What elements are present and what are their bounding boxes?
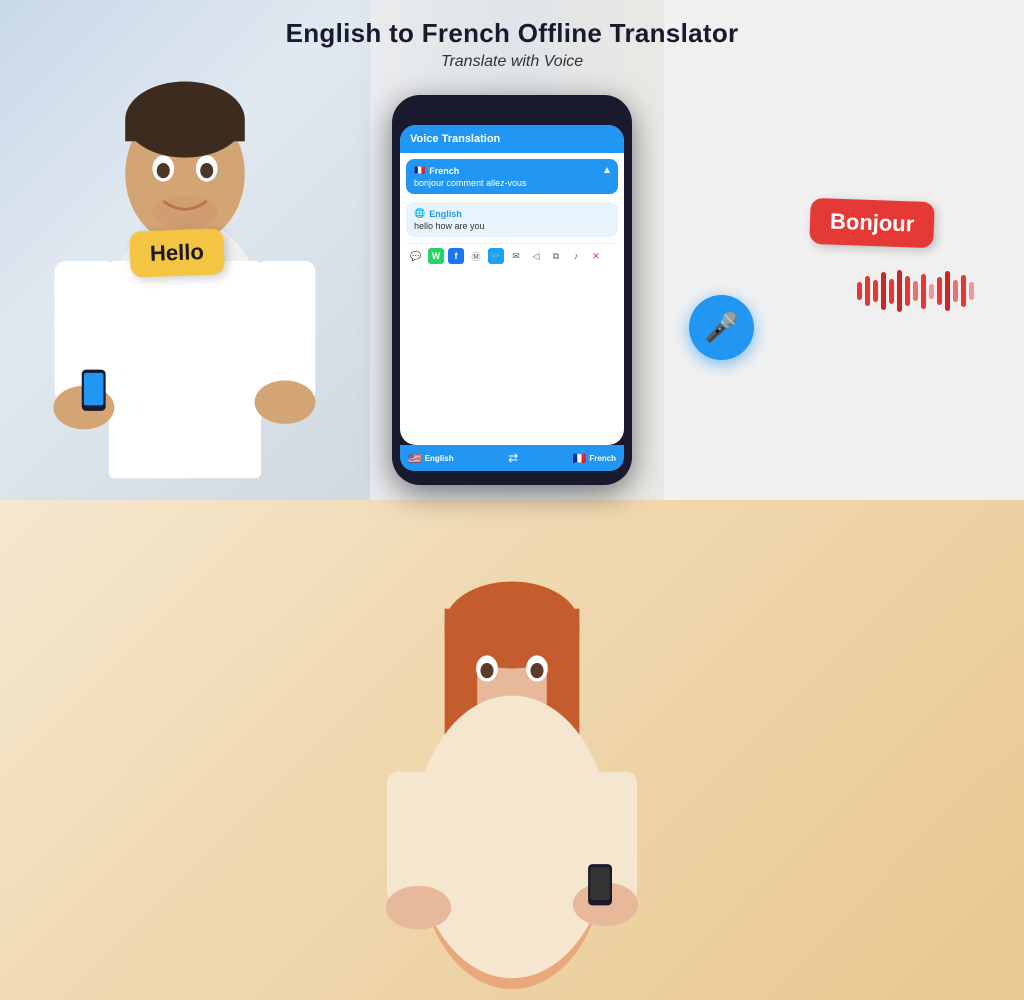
phone-mockup: Voice Translation ▲ 🇫🇷 French bonjour co… <box>392 95 632 485</box>
bottom-language-left[interactable]: 🇺🇸 English <box>408 452 454 465</box>
phone-notch <box>477 109 547 119</box>
fr-flag-icon: 🇫🇷 <box>573 452 587 465</box>
wave-bar-9 <box>921 274 926 309</box>
close-icon[interactable]: ✕ <box>588 248 604 264</box>
copy-icon[interactable]: ⧉ <box>548 248 564 264</box>
wave-bar-13 <box>953 280 958 302</box>
english-translation-box: 🌐 English hello how are you <box>406 202 618 237</box>
sound-waves <box>857 270 974 312</box>
chat-icon[interactable]: ✉ <box>508 248 524 264</box>
sms-icon[interactable]: 💬 <box>408 248 424 264</box>
bonjour-bubble: Bonjour <box>809 198 935 248</box>
wave-bar-11 <box>937 277 942 305</box>
french-translation-text: bonjour comment allez-vous <box>414 178 610 188</box>
french-translation-box: ▲ 🇫🇷 French bonjour comment allez-vous <box>406 159 618 194</box>
facebook-icon[interactable]: f <box>448 248 464 264</box>
person-right-illustration <box>0 500 1024 1000</box>
wave-bar-10 <box>929 284 934 299</box>
whatsapp-icon[interactable]: W <box>428 248 444 264</box>
hello-bubble: Hello <box>129 228 224 277</box>
wave-bar-5 <box>889 279 894 304</box>
header: English to French Offline Translator Tra… <box>0 0 1024 71</box>
mic-large-button[interactable]: 🎤 <box>689 295 754 360</box>
wave-bar-8 <box>913 281 918 301</box>
swap-languages-icon[interactable]: ⇄ <box>508 451 518 465</box>
mic-circle[interactable]: 🎤 <box>689 295 754 360</box>
wave-bar-14 <box>961 275 966 307</box>
phone-screen: Voice Translation ▲ 🇫🇷 French bonjour co… <box>400 125 624 445</box>
wave-bar-6 <box>897 270 902 312</box>
wave-bar-15 <box>969 282 974 300</box>
wave-bar-2 <box>865 276 870 306</box>
action-icons-row: 💬 W f Ⓜ 🐦 ✉ ◁ ⧉ ♪ ✕ <box>406 243 618 268</box>
wave-bar-12 <box>945 271 950 311</box>
wave-bar-1 <box>857 282 862 300</box>
page-subtitle: Translate with Voice <box>0 53 1024 71</box>
english-flag-icon: 🌐 <box>414 208 425 219</box>
french-flag-icon: 🇫🇷 <box>414 165 425 176</box>
wave-bar-3 <box>873 280 878 302</box>
phone-mic-area <box>406 274 618 334</box>
phone-bottom-bar: 🇺🇸 English ⇄ 🇫🇷 French <box>400 445 624 471</box>
share-icon[interactable]: ◁ <box>528 248 544 264</box>
phone-body: Voice Translation ▲ 🇫🇷 French bonjour co… <box>392 95 632 485</box>
wave-bar-4 <box>881 272 886 310</box>
app-screen-title: Voice Translation <box>410 133 500 145</box>
bottom-language-right[interactable]: 🇫🇷 French <box>573 452 616 465</box>
app-header: Voice Translation <box>400 125 624 153</box>
mic-icon: 🎤 <box>704 311 739 344</box>
page-title: English to French Offline Translator <box>0 18 1024 49</box>
twitter-icon[interactable]: 🐦 <box>488 248 504 264</box>
bg-right <box>0 500 1024 1000</box>
us-flag-icon: 🇺🇸 <box>408 452 422 465</box>
volume-icon[interactable]: ♪ <box>568 248 584 264</box>
french-lang-label: 🇫🇷 French <box>414 165 610 176</box>
english-lang-label: 🌐 English <box>414 208 610 219</box>
chevron-up-icon: ▲ <box>602 165 612 176</box>
english-translation-text: hello how are you <box>414 221 610 231</box>
messenger-icon[interactable]: Ⓜ <box>468 248 484 264</box>
translation-area: ▲ 🇫🇷 French bonjour comment allez-vous 🌐… <box>400 153 624 274</box>
wave-bar-7 <box>905 276 910 306</box>
